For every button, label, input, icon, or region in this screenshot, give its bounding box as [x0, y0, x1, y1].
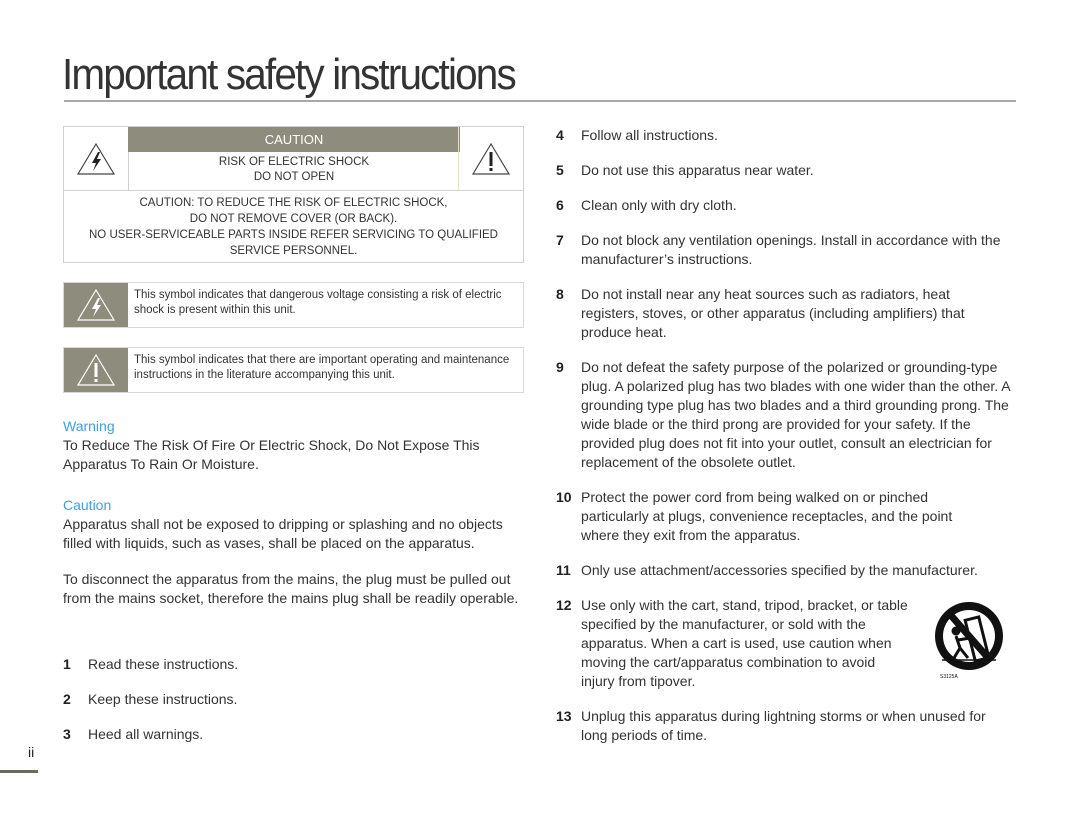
caution-text-2: To disconnect the apparatus from the mai…	[63, 571, 519, 606]
caution-sub-line: RISK OF ELECTRIC SHOCK	[218, 156, 370, 168]
instruction-text: Unplug this apparatus during lightning s…	[581, 708, 986, 743]
instruction-number: 9	[556, 359, 564, 375]
instruction-text: Use only with the cart, stand, tripod, b…	[581, 597, 908, 689]
instruction-text: Clean only with dry cloth.	[581, 197, 737, 213]
caution-heading: Caution	[63, 497, 112, 513]
exclamation-warning-icon	[471, 142, 511, 175]
instruction-number: 1	[63, 656, 71, 672]
instruction-text: Only use attachment/accessories specifie…	[581, 562, 978, 578]
instruction-text: Protect the power cord from being walked…	[581, 489, 953, 543]
symbol-explanation-exclamation: This symbol indicates that there are imp…	[63, 347, 524, 393]
instruction-text: Do not block any ventilation openings. I…	[581, 232, 1001, 267]
caution-right-cell	[458, 127, 523, 190]
cart-tipover-warning-icon: S3125A	[935, 602, 1003, 680]
caution-header: CAUTION	[128, 127, 460, 152]
symbol-explanation-text: This symbol indicates that dangerous vol…	[134, 289, 502, 316]
caution-sub-line: DO NOT OPEN	[253, 171, 335, 183]
caution-text-1: Apparatus shall not be exposed to drippi…	[63, 516, 503, 551]
caution-body-text: CAUTION: TO REDUCE THE RISK OF ELECTRIC …	[64, 195, 523, 259]
page-number-rule	[0, 770, 38, 773]
cart-icon-label: S3125A	[940, 674, 958, 680]
exclamation-warning-icon	[76, 353, 116, 386]
lightning-warning-icon	[76, 288, 116, 321]
title-divider	[64, 100, 1016, 102]
instruction-number: 10	[556, 489, 572, 505]
caution-body-line: SERVICE PERSONNEL.	[229, 245, 358, 257]
caution-divider	[64, 190, 523, 191]
warning-text: To Reduce The Risk Of Fire Or Electric S…	[63, 437, 480, 472]
instruction-text: Read these instructions.	[88, 656, 239, 672]
instruction-number: 3	[63, 726, 71, 742]
symbol-explanation-text: This symbol indicates that there are imp…	[134, 354, 510, 381]
instruction-number: 11	[556, 562, 571, 578]
caution-body-line: DO NOT REMOVE COVER (OR BACK).	[189, 213, 398, 225]
caution-body-line: CAUTION: TO REDUCE THE RISK OF ELECTRIC …	[139, 197, 448, 209]
instruction-number: 5	[556, 162, 564, 178]
instruction-text: Do not use this apparatus near water.	[581, 162, 814, 178]
caution-body-line: NO USER-SERVICEABLE PARTS INSIDE REFER S…	[89, 229, 498, 241]
instruction-number: 7	[556, 232, 564, 248]
instruction-text: Heed all warnings.	[88, 726, 204, 742]
instruction-number: 4	[556, 127, 564, 143]
instruction-number: 8	[556, 286, 564, 302]
instruction-text: Keep these instructions.	[88, 691, 238, 707]
instruction-number: 6	[556, 197, 564, 213]
caution-sub-text: RISK OF ELECTRIC SHOCK DO NOT OPEN	[128, 155, 460, 185]
instruction-number: 12	[556, 597, 572, 613]
symbol-explanation-lightning: This symbol indicates that dangerous vol…	[63, 282, 524, 328]
page-number: ii	[28, 744, 35, 760]
caution-left-cell	[64, 127, 129, 190]
caution-label-box: CAUTION RISK OF ELECTRIC SHOCK DO NOT OP…	[63, 126, 524, 263]
instruction-text: Follow all instructions.	[581, 127, 718, 143]
instruction-text: Do not defeat the safety purpose of the …	[581, 359, 1010, 470]
warning-heading: Warning	[63, 418, 115, 434]
page-title: Important safety instructions	[62, 50, 517, 99]
instruction-number: 2	[63, 691, 71, 707]
instruction-number: 13	[556, 708, 572, 724]
instruction-text: Do not install near any heat sources suc…	[581, 286, 965, 340]
lightning-warning-icon	[76, 142, 116, 175]
